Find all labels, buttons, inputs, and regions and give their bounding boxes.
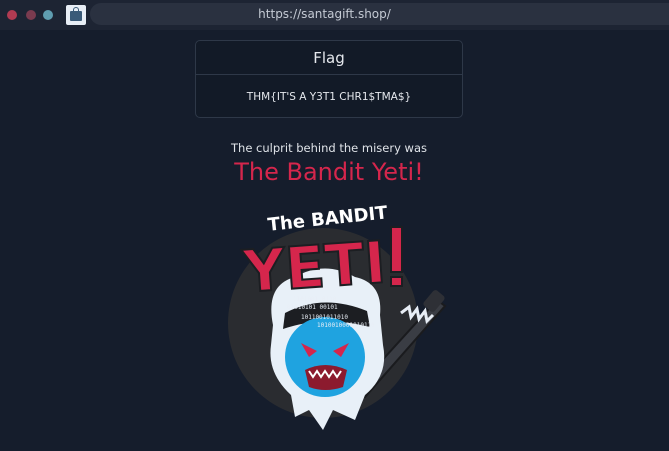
maximize-window-button[interactable] — [43, 10, 53, 20]
shopping-bag-icon — [66, 5, 86, 25]
logo-main-text: YETI — [240, 228, 388, 306]
flag-value: THM{IT'S A Y3T1 CHR1$TMA$} — [246, 90, 412, 103]
yeti-mouth — [305, 365, 347, 390]
bandit-yeti-logo: 1101001 0110 01010101 00101 101100101101… — [228, 205, 447, 430]
address-bar[interactable]: https://santagift.shop/ — [90, 3, 669, 25]
culprit-text: The culprit behind the misery was — [231, 141, 427, 155]
close-window-button[interactable] — [7, 10, 17, 20]
binary-line-2: 01010101 00101 — [287, 304, 338, 311]
binary-line-4: 1010010001010110 — [317, 322, 375, 329]
url-text: https://santagift.shop/ — [258, 7, 391, 21]
minimize-window-button[interactable] — [26, 10, 36, 20]
culprit-name: The Bandit Yeti! — [234, 158, 424, 186]
flag-card: Flag THM{IT'S A Y3T1 CHR1$TMA$} — [195, 40, 463, 118]
browser-chrome: https://santagift.shop/ — [0, 0, 669, 30]
flag-card-title: Flag — [196, 41, 462, 75]
binary-line-3: 1011001011010 — [301, 314, 348, 321]
